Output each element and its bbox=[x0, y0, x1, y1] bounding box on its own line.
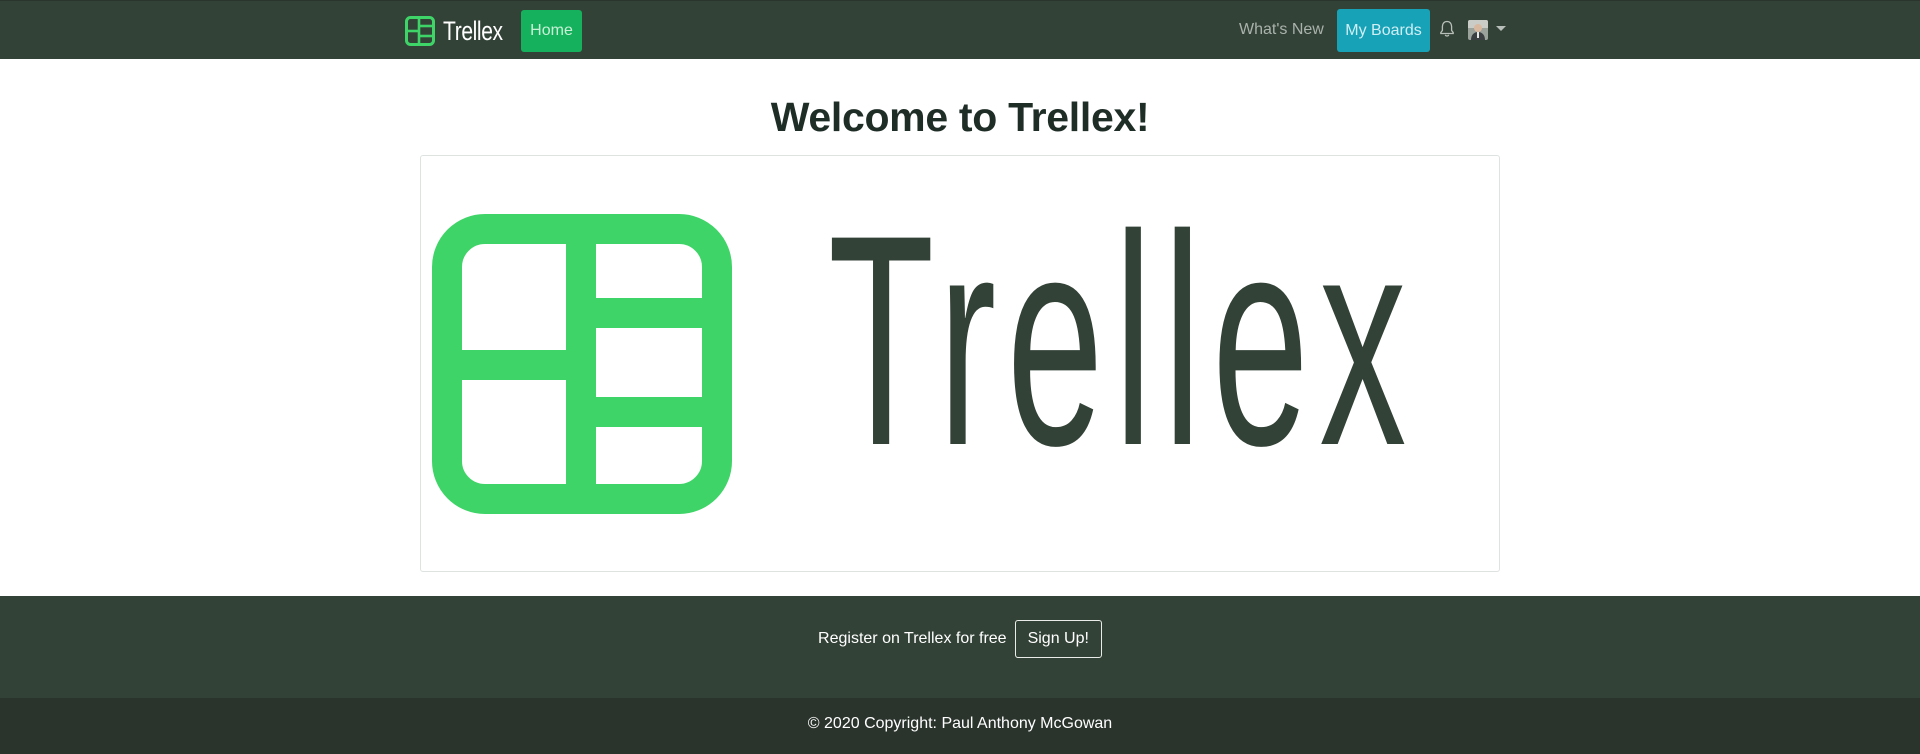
copyright-text: © 2020 Copyright: Paul Anthony McGowan bbox=[807, 715, 1113, 732]
user-avatar[interactable] bbox=[1468, 20, 1488, 40]
footer-copyright-bar: © 2020 Copyright: Paul Anthony McGowan bbox=[0, 698, 1920, 754]
brand-name: Trellex bbox=[443, 15, 503, 46]
sign-up-button[interactable]: Sign Up! bbox=[1014, 620, 1102, 658]
hero-logo-card: Trellex bbox=[420, 155, 1500, 572]
register-text: Register on Trellex for free bbox=[818, 630, 1007, 647]
nav-whats-new-link[interactable]: What's New bbox=[1239, 18, 1324, 42]
hero-brand-wordmark: Trellex bbox=[828, 172, 1417, 508]
bell-icon[interactable] bbox=[1438, 19, 1456, 39]
page-title: Welcome to Trellex! bbox=[770, 94, 1150, 140]
top-navbar: Trellex Home What's New My Boards bbox=[0, 0, 1920, 59]
avatar-image bbox=[1468, 20, 1488, 40]
trellex-large-logo-icon bbox=[432, 214, 732, 514]
nav-my-boards-button[interactable]: My Boards bbox=[1337, 9, 1430, 52]
trellex-logo-icon bbox=[405, 16, 435, 46]
footer-register-section: Register on Trellex for free Sign Up! bbox=[0, 596, 1920, 698]
nav-home-button[interactable]: Home bbox=[521, 10, 582, 52]
footer-register-row: Register on Trellex for free Sign Up! bbox=[0, 620, 1920, 658]
brand-link[interactable]: Trellex bbox=[405, 14, 520, 48]
caret-down-icon[interactable] bbox=[1496, 26, 1506, 31]
